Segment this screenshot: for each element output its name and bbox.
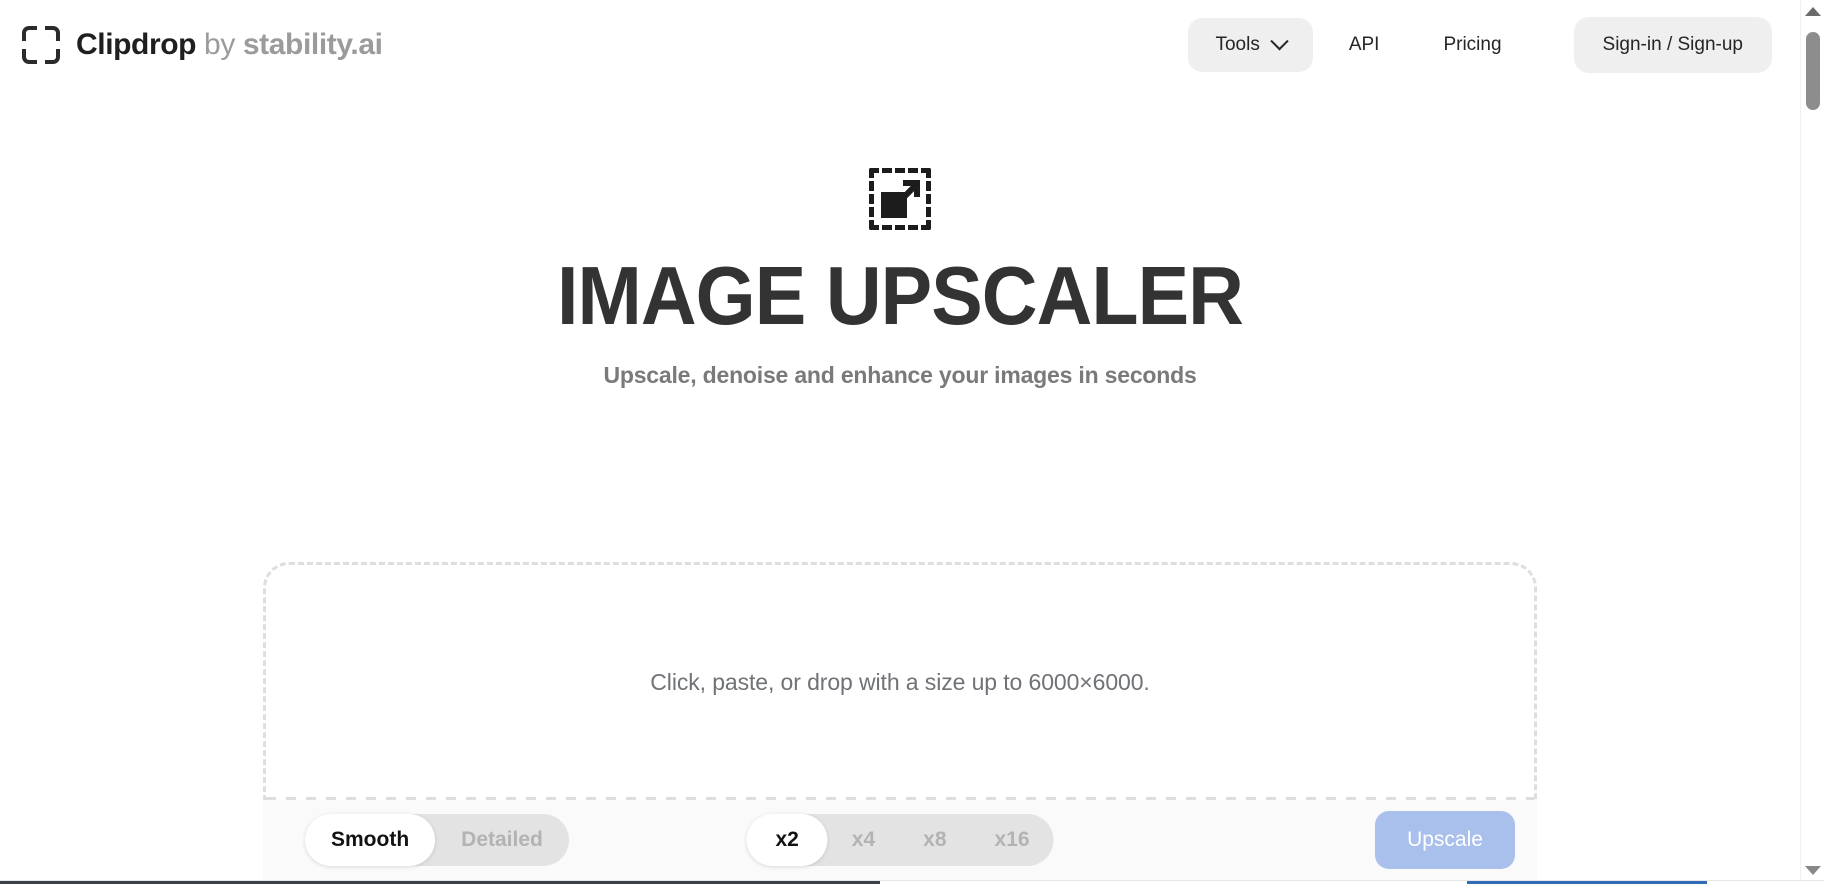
chevron-down-icon — [1270, 31, 1289, 50]
scroll-up-arrow-icon[interactable] — [1804, 7, 1821, 16]
hero-section: IMAGE UPSCALER Upscale, denoise and enha… — [0, 168, 1800, 389]
page-subtitle: Upscale, denoise and enhance your images… — [603, 361, 1197, 388]
vertical-scrollbar-thumb[interactable] — [1806, 32, 1820, 110]
nav-tools-dropdown[interactable]: Tools — [1188, 18, 1313, 72]
vertical-scrollbar[interactable] — [1800, 0, 1824, 880]
image-dropzone[interactable]: Click, paste, or drop with a size up to … — [263, 562, 1537, 800]
scale-segmented-control: x2 x4 x8 x16 — [746, 814, 1054, 866]
mode-segmented-control: Smooth Detailed — [305, 814, 569, 866]
scale-option-x8[interactable]: x8 — [899, 814, 970, 866]
page-viewport: Clipdrop by stability.ai Tools API Prici… — [0, 0, 1800, 880]
brand-name: Clipdrop — [76, 28, 197, 61]
scroll-down-arrow-icon[interactable] — [1804, 866, 1821, 875]
scale-option-x2[interactable]: x2 — [746, 814, 828, 866]
image-upscale-icon — [869, 168, 931, 230]
brand-wordmark: Clipdrop by stability.ai — [76, 30, 383, 60]
main-nav: Tools API Pricing Sign-in / Sign-up — [1188, 17, 1772, 73]
page-title: IMAGE UPSCALER — [556, 249, 1244, 342]
horizontal-scrollbar-track — [0, 881, 880, 884]
horizontal-scrollbar-thumb[interactable] — [1467, 881, 1707, 884]
dropzone-instructions: Click, paste, or drop with a size up to … — [650, 669, 1150, 695]
scale-option-x16[interactable]: x16 — [971, 814, 1054, 866]
site-header: Clipdrop by stability.ai Tools API Prici… — [0, 0, 1800, 90]
brand-by: by — [196, 28, 243, 61]
nav-item-api[interactable]: API — [1321, 18, 1408, 72]
uploader-card: Click, paste, or drop with a size up to … — [263, 562, 1537, 880]
mode-option-detailed[interactable]: Detailed — [435, 814, 569, 866]
horizontal-scrollbar[interactable] — [0, 880, 1824, 887]
uploader-toolbar: Smooth Detailed x2 x4 x8 x16 Upscale — [263, 800, 1537, 880]
mode-option-smooth[interactable]: Smooth — [305, 814, 436, 866]
nav-tools-label: Tools — [1215, 34, 1260, 55]
brand-company: stability.ai — [242, 28, 383, 61]
brand-logo[interactable]: Clipdrop by stability.ai — [22, 26, 383, 64]
nav-item-pricing[interactable]: Pricing — [1415, 18, 1529, 72]
upscale-button[interactable]: Upscale — [1375, 811, 1515, 869]
page-root: Clipdrop by stability.ai Tools API Prici… — [0, 0, 1824, 887]
scale-option-x4[interactable]: x4 — [828, 814, 899, 866]
sign-in-sign-up-button[interactable]: Sign-in / Sign-up — [1573, 17, 1772, 73]
clipdrop-brackets-icon — [22, 26, 60, 64]
